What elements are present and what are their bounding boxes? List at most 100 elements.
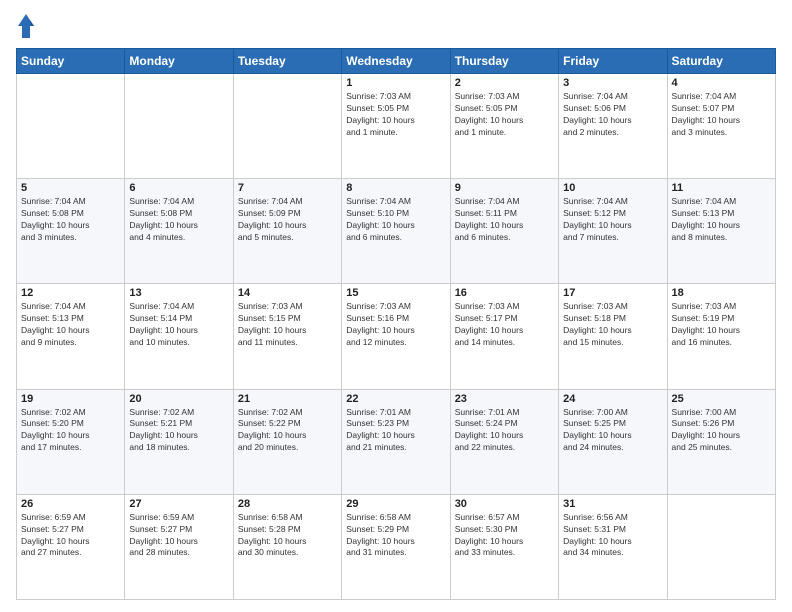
- calendar-cell: 30 Sunrise: 6:57 AM Sunset: 5:30 PM Dayli…: [450, 494, 558, 599]
- calendar-cell: 4Sunrise: 7:04 AM Sunset: 5:07 PM Daylig…: [667, 74, 775, 179]
- day-info: Sunrise: 7:03 AM Sunset: 5:15 PM Dayligh…: [238, 301, 337, 349]
- day-number: 11: [672, 182, 771, 194]
- day-number: 28: [238, 498, 337, 510]
- day-info: Sunrise: 7:01 AM Sunset: 5:24 PM Dayligh…: [455, 407, 554, 455]
- day-info: Sunrise: 7:04 AM Sunset: 5:13 PM Dayligh…: [672, 196, 771, 244]
- day-number: 25: [672, 393, 771, 405]
- day-info: Sunrise: 7:02 AM Sunset: 5:20 PM Dayligh…: [21, 407, 120, 455]
- day-number: 31: [563, 498, 662, 510]
- day-info: Sunrise: 7:02 AM Sunset: 5:21 PM Dayligh…: [129, 407, 228, 455]
- day-number: 22: [346, 393, 445, 405]
- calendar-cell: 22 Sunrise: 7:01 AM Sunset: 5:23 PM Dayli…: [342, 389, 450, 494]
- calendar-cell: [667, 494, 775, 599]
- day-info: Sunrise: 7:03 AM Sunset: 5:16 PM Dayligh…: [346, 301, 445, 349]
- calendar-cell: [233, 74, 341, 179]
- day-number: 26: [21, 498, 120, 510]
- calendar-cell: 16 Sunrise: 7:03 AM Sunset: 5:17 PM Dayli…: [450, 284, 558, 389]
- calendar-body: 1 Sunrise: 7:03 AM Sunset: 5:05 PM Daylig…: [17, 74, 776, 600]
- calendar-cell: 12 Sunrise: 7:04 AM Sunset: 5:13 PM Dayli…: [17, 284, 125, 389]
- day-info: Sunrise: 7:03 AM Sunset: 5:19 PM Dayligh…: [672, 301, 771, 349]
- weekday-label: Tuesday: [233, 49, 341, 74]
- calendar-cell: 5 Sunrise: 7:04 AM Sunset: 5:08 PM Daylig…: [17, 179, 125, 284]
- day-number: 19: [21, 393, 120, 405]
- day-number: 17: [563, 287, 662, 299]
- weekday-label: Thursday: [450, 49, 558, 74]
- day-info: Sunrise: 7:03 AM Sunset: 5:05 PM Dayligh…: [455, 91, 554, 139]
- calendar-cell: 18 Sunrise: 7:03 AM Sunset: 5:19 PM Dayli…: [667, 284, 775, 389]
- weekday-label: Friday: [559, 49, 667, 74]
- calendar-cell: [17, 74, 125, 179]
- calendar-cell: 10 Sunrise: 7:04 AM Sunset: 5:12 PM Dayli…: [559, 179, 667, 284]
- weekday-label: Saturday: [667, 49, 775, 74]
- day-info: Sunrise: 6:56 AM Sunset: 5:31 PM Dayligh…: [563, 512, 662, 560]
- day-number: 6: [129, 182, 228, 194]
- day-number: 14: [238, 287, 337, 299]
- calendar-cell: 8 Sunrise: 7:04 AM Sunset: 5:10 PM Daylig…: [342, 179, 450, 284]
- calendar-week-row: 26 Sunrise: 6:59 AM Sunset: 5:27 PM Dayli…: [17, 494, 776, 599]
- calendar-cell: 26 Sunrise: 6:59 AM Sunset: 5:27 PM Dayli…: [17, 494, 125, 599]
- calendar-cell: 13 Sunrise: 7:04 AM Sunset: 5:14 PM Dayli…: [125, 284, 233, 389]
- day-number: 9: [455, 182, 554, 194]
- logo: [16, 12, 40, 40]
- day-number: 20: [129, 393, 228, 405]
- day-number: 12: [21, 287, 120, 299]
- calendar-week-row: 12 Sunrise: 7:04 AM Sunset: 5:13 PM Dayli…: [17, 284, 776, 389]
- weekday-header-row: SundayMondayTuesdayWednesdayThursdayFrid…: [17, 49, 776, 74]
- day-info: Sunrise: 7:04 AM Sunset: 5:14 PM Dayligh…: [129, 301, 228, 349]
- calendar-cell: 28Sunrise: 6:58 AM Sunset: 5:28 PM Dayli…: [233, 494, 341, 599]
- calendar-cell: 15 Sunrise: 7:03 AM Sunset: 5:16 PM Dayli…: [342, 284, 450, 389]
- day-info: Sunrise: 6:57 AM Sunset: 5:30 PM Dayligh…: [455, 512, 554, 560]
- day-number: 3: [563, 77, 662, 89]
- calendar-cell: 11 Sunrise: 7:04 AM Sunset: 5:13 PM Dayli…: [667, 179, 775, 284]
- calendar-cell: 9 Sunrise: 7:04 AM Sunset: 5:11 PM Daylig…: [450, 179, 558, 284]
- calendar-table: SundayMondayTuesdayWednesdayThursdayFrid…: [16, 48, 776, 600]
- day-number: 16: [455, 287, 554, 299]
- calendar-cell: 2 Sunrise: 7:03 AM Sunset: 5:05 PM Daylig…: [450, 74, 558, 179]
- day-info: Sunrise: 7:01 AM Sunset: 5:23 PM Dayligh…: [346, 407, 445, 455]
- calendar-cell: 23Sunrise: 7:01 AM Sunset: 5:24 PM Dayli…: [450, 389, 558, 494]
- day-info: Sunrise: 6:59 AM Sunset: 5:27 PM Dayligh…: [21, 512, 120, 560]
- day-info: Sunrise: 7:04 AM Sunset: 5:06 PM Dayligh…: [563, 91, 662, 139]
- day-info: Sunrise: 7:04 AM Sunset: 5:07 PM Dayligh…: [672, 91, 771, 139]
- weekday-label: Wednesday: [342, 49, 450, 74]
- calendar-cell: 21Sunrise: 7:02 AM Sunset: 5:22 PM Dayli…: [233, 389, 341, 494]
- calendar-week-row: 19 Sunrise: 7:02 AM Sunset: 5:20 PM Dayli…: [17, 389, 776, 494]
- day-number: 13: [129, 287, 228, 299]
- day-number: 15: [346, 287, 445, 299]
- calendar-cell: 27Sunrise: 6:59 AM Sunset: 5:27 PM Dayli…: [125, 494, 233, 599]
- day-info: Sunrise: 7:04 AM Sunset: 5:11 PM Dayligh…: [455, 196, 554, 244]
- day-info: Sunrise: 7:03 AM Sunset: 5:17 PM Dayligh…: [455, 301, 554, 349]
- calendar-cell: [125, 74, 233, 179]
- day-number: 1: [346, 77, 445, 89]
- day-info: Sunrise: 7:03 AM Sunset: 5:05 PM Dayligh…: [346, 91, 445, 139]
- calendar-cell: 17 Sunrise: 7:03 AM Sunset: 5:18 PM Dayli…: [559, 284, 667, 389]
- day-info: Sunrise: 7:04 AM Sunset: 5:13 PM Dayligh…: [21, 301, 120, 349]
- day-info: Sunrise: 6:58 AM Sunset: 5:29 PM Dayligh…: [346, 512, 445, 560]
- day-number: 24: [563, 393, 662, 405]
- day-info: Sunrise: 6:59 AM Sunset: 5:27 PM Dayligh…: [129, 512, 228, 560]
- calendar-cell: 14 Sunrise: 7:03 AM Sunset: 5:15 PM Dayli…: [233, 284, 341, 389]
- day-number: 18: [672, 287, 771, 299]
- day-number: 30: [455, 498, 554, 510]
- day-number: 10: [563, 182, 662, 194]
- day-info: Sunrise: 7:04 AM Sunset: 5:08 PM Dayligh…: [21, 196, 120, 244]
- calendar-cell: 1 Sunrise: 7:03 AM Sunset: 5:05 PM Daylig…: [342, 74, 450, 179]
- calendar-cell: 6Sunrise: 7:04 AM Sunset: 5:08 PM Daylig…: [125, 179, 233, 284]
- calendar-cell: 31 Sunrise: 6:56 AM Sunset: 5:31 PM Dayli…: [559, 494, 667, 599]
- calendar-cell: 7Sunrise: 7:04 AM Sunset: 5:09 PM Daylig…: [233, 179, 341, 284]
- calendar-cell: 20 Sunrise: 7:02 AM Sunset: 5:21 PM Dayli…: [125, 389, 233, 494]
- page-header: [16, 12, 776, 40]
- day-info: Sunrise: 7:00 AM Sunset: 5:26 PM Dayligh…: [672, 407, 771, 455]
- day-number: 29: [346, 498, 445, 510]
- day-number: 21: [238, 393, 337, 405]
- day-info: Sunrise: 7:04 AM Sunset: 5:10 PM Dayligh…: [346, 196, 445, 244]
- calendar-week-row: 5 Sunrise: 7:04 AM Sunset: 5:08 PM Daylig…: [17, 179, 776, 284]
- day-number: 8: [346, 182, 445, 194]
- day-number: 5: [21, 182, 120, 194]
- calendar-cell: 3 Sunrise: 7:04 AM Sunset: 5:06 PM Daylig…: [559, 74, 667, 179]
- day-info: Sunrise: 7:04 AM Sunset: 5:09 PM Dayligh…: [238, 196, 337, 244]
- calendar-week-row: 1 Sunrise: 7:03 AM Sunset: 5:05 PM Daylig…: [17, 74, 776, 179]
- day-info: Sunrise: 7:03 AM Sunset: 5:18 PM Dayligh…: [563, 301, 662, 349]
- day-number: 2: [455, 77, 554, 89]
- day-info: Sunrise: 7:04 AM Sunset: 5:12 PM Dayligh…: [563, 196, 662, 244]
